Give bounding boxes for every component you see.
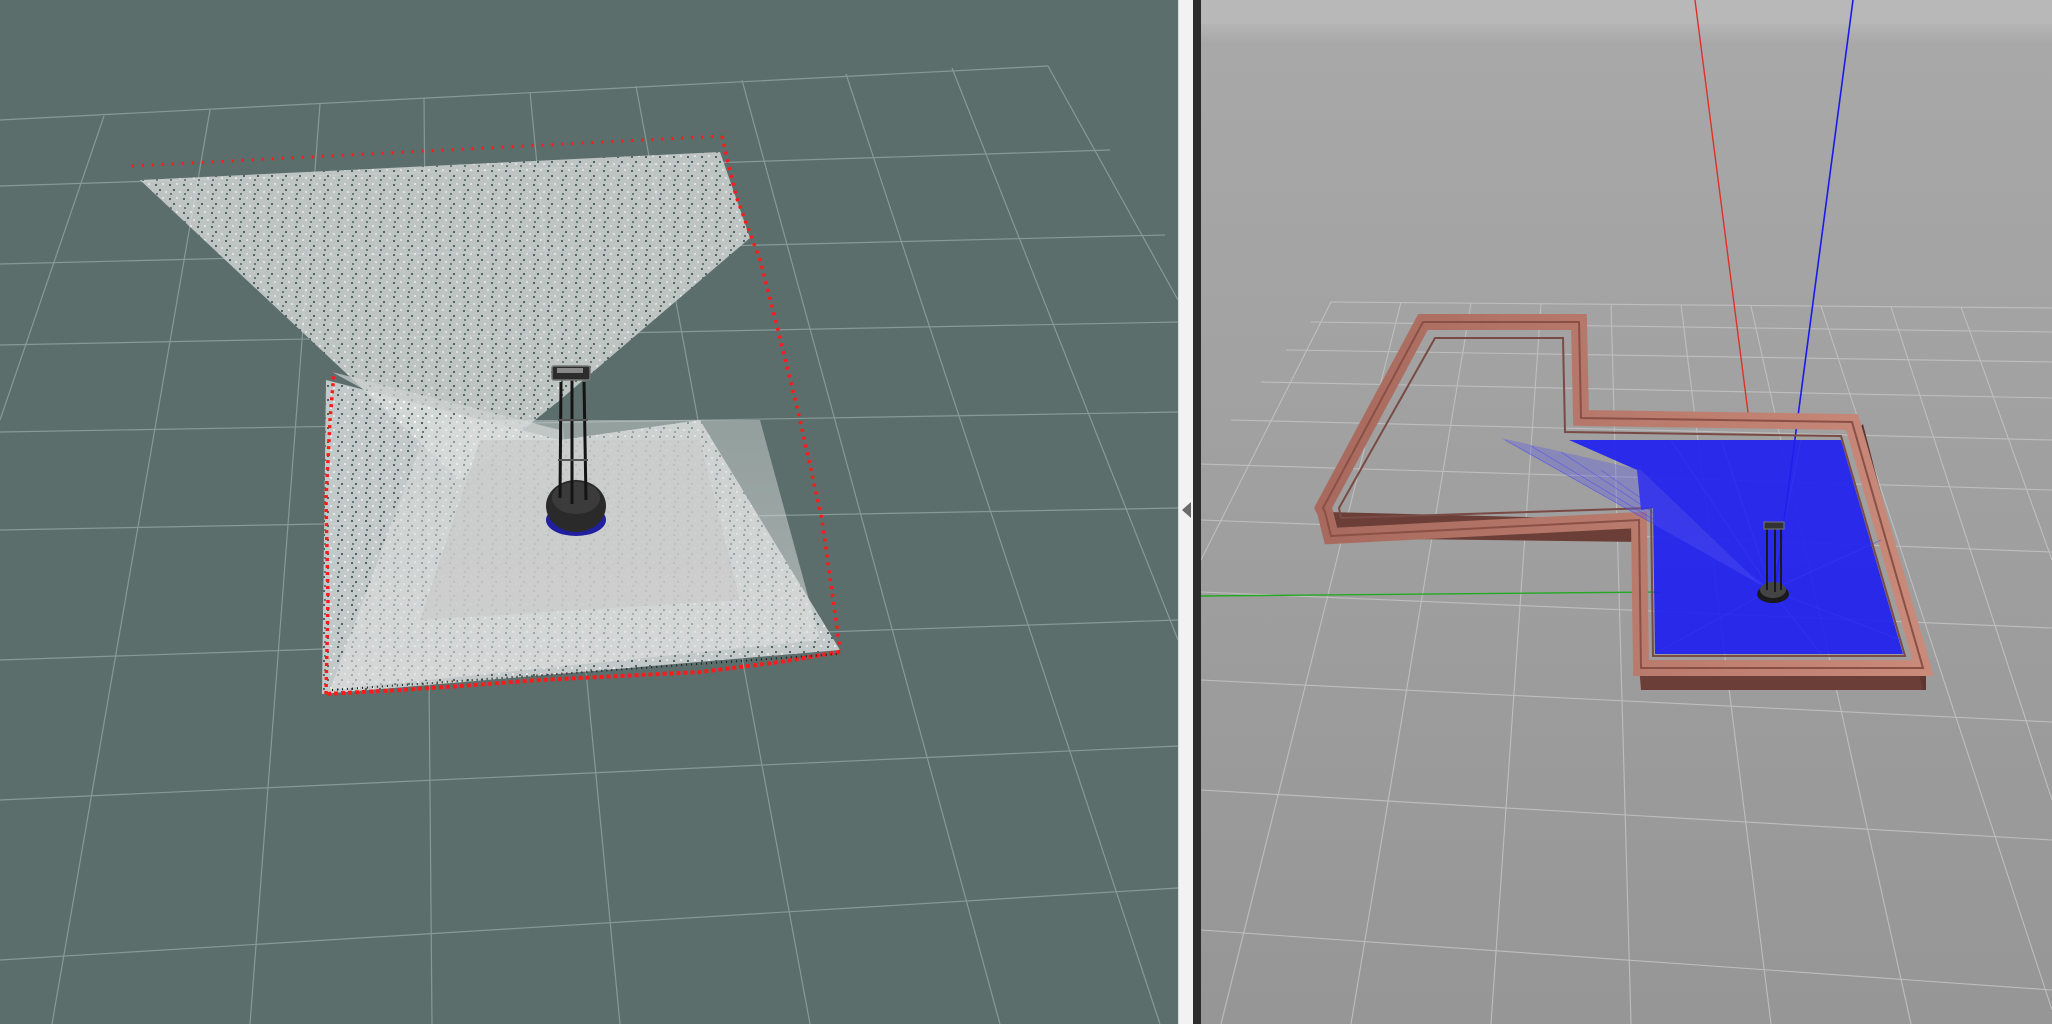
rviz-3d-view[interactable] [0,0,1178,1024]
collapse-left-arrow-icon[interactable] [1182,502,1191,518]
splitter-handle[interactable] [1193,0,1201,1024]
occupancy-map [140,152,840,694]
gazebo-3d-view[interactable] [1201,0,2052,1024]
sky-band [1201,0,2052,24]
